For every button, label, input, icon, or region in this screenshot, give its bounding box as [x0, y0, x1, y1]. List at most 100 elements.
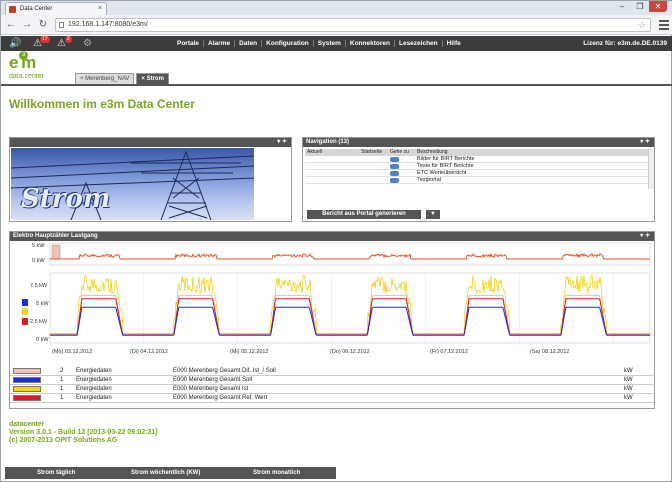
main-menu: Portale Alarme Daten Konfiguration System Kon… [173, 36, 465, 51]
goto-arrow-icon[interactable] [390, 157, 399, 162]
back-icon[interactable]: ← [5, 19, 17, 31]
speaker-icon[interactable]: 🔊 [9, 37, 21, 50]
legend-row[interactable]: 1 Energiedaten E000 Merenberg Gesamt Soll k… [10, 376, 654, 385]
tab-strom-taeglich[interactable]: Strom täglich [37, 467, 75, 479]
strom-image-panel: ▾ ✦ Strom [9, 137, 292, 222]
menu-item-lesezeichen[interactable]: Lesezeichen [394, 40, 443, 47]
panel-header: Navigation (13) ▾ ✦ [303, 138, 654, 147]
strom-image-label: Strom [21, 184, 111, 214]
legend-row[interactable]: 1 Energiedaten E000 Merenberg Gesamt Ist kW [10, 385, 654, 394]
menu-item-system[interactable]: System [313, 40, 346, 47]
portal-tabs: × Merenberg_NAV × Strom [75, 73, 171, 84]
browser-window: Data Center × – ❐ ✕ ← → ↻ 192.168.1.147:80… [0, 0, 672, 482]
chart-title: Elektro Hauptzähler Lastgang [13, 233, 98, 239]
column-gehe-zu[interactable]: Gehe zu [390, 149, 409, 156]
column-aktuell[interactable]: Aktuell [307, 149, 322, 156]
x-tick-label: (Do) 06.12.2012 [330, 349, 370, 355]
legend-unit-link[interactable]: kW [624, 367, 633, 376]
legend-row[interactable]: 2 Energiedaten E000 Merenberg Gesamt Dif. … [10, 367, 654, 376]
x-tick-label: (Fr) 07.12.2012 [430, 349, 468, 355]
url-text: 192.168.1.147:8080/e3m/ [68, 21, 148, 28]
browser-tab[interactable]: Data Center × [5, 2, 107, 15]
x-tick-label: (Mi) 05.12.2012 [230, 349, 269, 355]
main-y-label: 7,5 kW [30, 283, 48, 289]
tab-merenberg-nav[interactable]: × Merenberg_NAV [75, 73, 135, 84]
load-profile-chart[interactable]: 5 kW 0 kW 7,5 kW 5 kW 2,5 kW 0 kW (Mo) 0… [10, 241, 654, 367]
footer-product: datacenter [9, 421, 45, 428]
panel-header: ▾ ✦ [10, 138, 291, 147]
table-row[interactable]: Bilder für BIRT Berichte [305, 156, 648, 163]
goto-arrow-icon[interactable] [390, 164, 399, 169]
tab-strom-woechentlich[interactable]: Strom wöchentlich (KW) [131, 467, 200, 479]
close-button[interactable]: ✕ [649, 1, 667, 12]
bottom-tab-bar: Strom täglich Strom wöchentlich (KW) Str… [5, 467, 336, 479]
app-header-bar: 🔊 ⚠ 17 ⚠ 2 ⚙ Portale Alarme Daten Konfigura… [1, 36, 672, 51]
legend-unit-link[interactable]: kW [624, 376, 633, 385]
overview-range-handle [51, 244, 61, 260]
legend-unit-link[interactable]: kW [624, 394, 633, 403]
forward-icon[interactable]: → [21, 19, 33, 31]
top-y-label: 0 kW [32, 258, 45, 264]
series-marker-ref [22, 318, 28, 325]
navigation-table: Aktuell Startseite Gehe zu Beschreibung … [305, 149, 648, 184]
report-dropdown-button[interactable]: ▼ [426, 210, 440, 219]
panel-controls[interactable]: ▾ ✦ [277, 138, 287, 147]
window-controls: – ❐ ✕ [613, 1, 671, 13]
legend-unit-link[interactable]: kW [624, 385, 633, 394]
legend-swatch [13, 377, 41, 383]
warning-count-badge: 2 [65, 36, 72, 43]
reload-icon[interactable]: ↻ [37, 19, 49, 31]
x-tick-label: (Mo) 03.12.2012 [52, 349, 92, 355]
license-text: Lizenz für: e3m.de.DE.0139 [583, 40, 667, 47]
panel-header: Elektro Hauptzähler Lastgang ▾ ✦ [10, 232, 654, 241]
browser-menu-icon[interactable] [659, 20, 669, 30]
tab-strom[interactable]: × Strom [136, 73, 169, 84]
minimize-button[interactable]: – [613, 1, 631, 12]
column-startseite[interactable]: Startseite [361, 149, 382, 156]
table-header: Aktuell Startseite Gehe zu Beschreibung [305, 149, 648, 156]
menu-item-alarme[interactable]: Alarme [204, 40, 236, 47]
navigation-title: Navigation (13) [306, 139, 350, 145]
x-tick-label: (Di) 04.12.2012 [130, 349, 168, 355]
power-pylon-image: Strom [11, 148, 254, 220]
goto-arrow-icon[interactable] [390, 171, 399, 176]
browser-tab-strip: Data Center × – ❐ ✕ [1, 1, 672, 15]
menu-item-konfiguration[interactable]: Konfiguration [262, 40, 314, 47]
address-bar[interactable]: 192.168.1.147:8080/e3m/ ☆ [55, 18, 651, 32]
x-tick-label: (Sa) 08.12.2012 [530, 349, 569, 355]
bookmark-star-icon[interactable]: ☆ [638, 19, 646, 31]
tab-close-icon[interactable]: × [98, 3, 102, 15]
menu-item-daten[interactable]: Daten [235, 40, 263, 47]
main-y-label: 5 kW [36, 301, 49, 307]
legend-swatch [13, 395, 41, 401]
generate-report-button[interactable]: Bericht aus Portal generieren [307, 210, 421, 219]
gears-icon[interactable]: ⚙ [83, 37, 92, 50]
menu-item-konnektoren[interactable]: Konnektoren [345, 40, 395, 47]
goto-arrow-icon[interactable] [390, 178, 399, 183]
tab-strom-monatlich[interactable]: Strom monatlich [253, 467, 300, 479]
panel-controls[interactable]: ▾ ✦ [640, 138, 650, 147]
footer-copyright: (c) 2007-2013 OPIT Solutions AG [9, 437, 118, 444]
footer-version: Version 3.0.1 - Build 12 [2013-03-22 09:… [9, 429, 158, 436]
maximize-button[interactable]: ❐ [631, 1, 649, 12]
table-row[interactable]: ETC Werteübersicht [305, 170, 648, 177]
overview-plot-area [49, 242, 651, 266]
panel-controls[interactable]: ▾ ✦ [640, 232, 650, 241]
table-row[interactable]: Texte für BIRT Berichte [305, 163, 648, 170]
alarm-count-badge: 17 [40, 36, 50, 43]
page-icon [59, 22, 64, 28]
main-y-label: 2,5 kW [30, 319, 48, 325]
page-title: Willkommen im e3m Data Center [9, 97, 195, 111]
version-footer: datacenter Version 3.0.1 - Build 12 [201… [9, 421, 158, 445]
main-y-label: 0 kW [36, 337, 49, 343]
column-beschreibung[interactable]: Beschreibung [417, 149, 448, 156]
menu-item-portale[interactable]: Portale [173, 40, 205, 47]
navigation-panel: Navigation (13) ▾ ✦ Aktuell Startseite Ge… [302, 137, 655, 222]
legend-row[interactable]: 1 Energiedaten E000 Merenberg Gesamt Ref. … [10, 394, 654, 403]
menu-item-hilfe[interactable]: Hilfe [443, 40, 465, 47]
e3m-logo: e m 3 data.center [9, 51, 45, 80]
legend-swatch [13, 386, 41, 392]
browser-tab-title: Data Center [20, 6, 53, 12]
navigation-scrollbar[interactable] [648, 149, 654, 189]
table-row[interactable]: Testportal [305, 177, 648, 184]
